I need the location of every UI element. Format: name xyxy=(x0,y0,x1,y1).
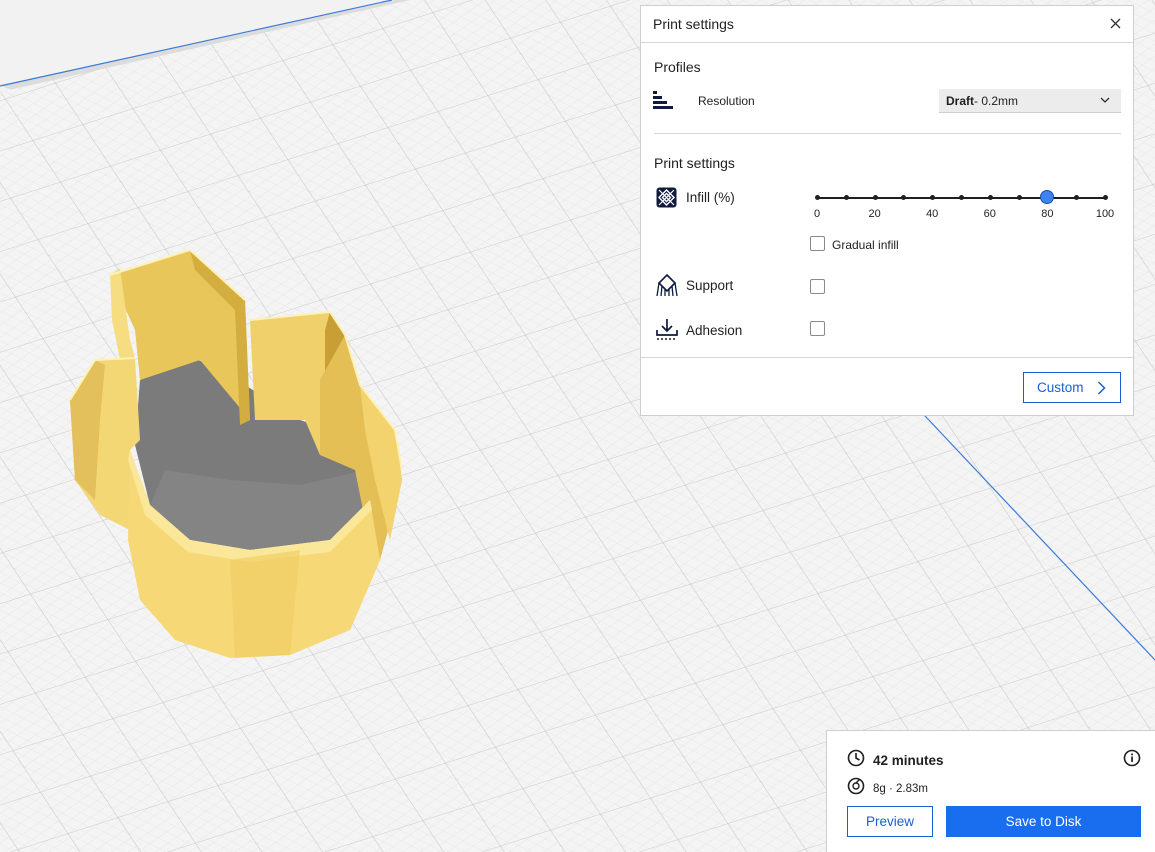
print-settings-heading: Print settings xyxy=(654,155,735,171)
adhesion-label: Adhesion xyxy=(686,323,743,338)
print-settings-panel: Print settings Profiles Resolution Draft… xyxy=(640,5,1135,416)
resolution-profile-name: Draft xyxy=(946,93,975,108)
section-divider xyxy=(654,133,1121,134)
slider-tick xyxy=(1103,195,1108,200)
panel-header: Print settings xyxy=(641,6,1133,43)
slider-tick xyxy=(1016,195,1022,200)
gradual-infill-checkbox[interactable] xyxy=(810,236,825,251)
slider-tick-label: 60 xyxy=(983,208,996,220)
print-time: 42 minutes xyxy=(873,753,944,768)
slider-tick-label: 100 xyxy=(1095,208,1115,220)
infill-icon xyxy=(656,187,677,213)
slider-tick xyxy=(815,195,820,200)
save-to-disk-button[interactable]: Save to Disk xyxy=(946,806,1141,837)
slider-tick xyxy=(901,195,907,200)
slider-tick xyxy=(872,195,878,200)
info-icon[interactable] xyxy=(1123,749,1141,772)
material-row: 8g · 2.83m xyxy=(847,777,928,800)
slider-tick xyxy=(987,195,993,200)
adhesion-checkbox[interactable] xyxy=(810,321,825,336)
print-estimate-panel: 42 minutes 8g · 2.83m Preview Save to Di… xyxy=(826,730,1155,852)
support-icon xyxy=(655,273,679,303)
slider-tick-label: 40 xyxy=(926,208,939,220)
resolution-label: Resolution xyxy=(698,94,755,108)
clock-icon xyxy=(847,749,865,772)
preview-button[interactable]: Preview xyxy=(847,806,933,837)
gradual-infill-label: Gradual infill xyxy=(832,238,899,252)
panel-title: Print settings xyxy=(653,16,734,32)
slider-tick-label: 0 xyxy=(813,208,821,220)
slider-tick-label: 80 xyxy=(1041,208,1054,220)
profiles-heading: Profiles xyxy=(654,59,701,75)
custom-button[interactable]: Custom xyxy=(1023,372,1121,403)
slider-tick xyxy=(1074,195,1080,200)
support-checkbox[interactable] xyxy=(810,279,825,294)
resolution-dropdown[interactable]: Draft - 0.2mm xyxy=(939,89,1121,113)
slider-tick-label: 20 xyxy=(868,208,881,220)
chevron-right-icon xyxy=(1097,381,1106,398)
custom-button-label: Custom xyxy=(1037,380,1084,395)
resolution-layer-height: - 0.2mm xyxy=(974,93,1019,108)
slider-tick xyxy=(843,195,849,200)
slider-handle[interactable] xyxy=(1040,190,1055,204)
chevron-down-icon xyxy=(1099,94,1111,109)
material-usage: 8g · 2.83m xyxy=(873,782,928,795)
spool-icon xyxy=(847,777,865,800)
footer-divider xyxy=(641,357,1135,358)
print-time-row: 42 minutes xyxy=(847,749,944,772)
infill-slider[interactable]: 0 20 40 60 80 100 xyxy=(813,188,1114,228)
adhesion-icon xyxy=(655,318,679,347)
layers-icon xyxy=(653,91,675,116)
slider-tick xyxy=(959,195,964,200)
support-label: Support xyxy=(686,278,734,293)
close-icon[interactable] xyxy=(1107,15,1123,31)
slider-tick xyxy=(930,195,936,200)
infill-label: Infill (%) xyxy=(686,190,735,205)
